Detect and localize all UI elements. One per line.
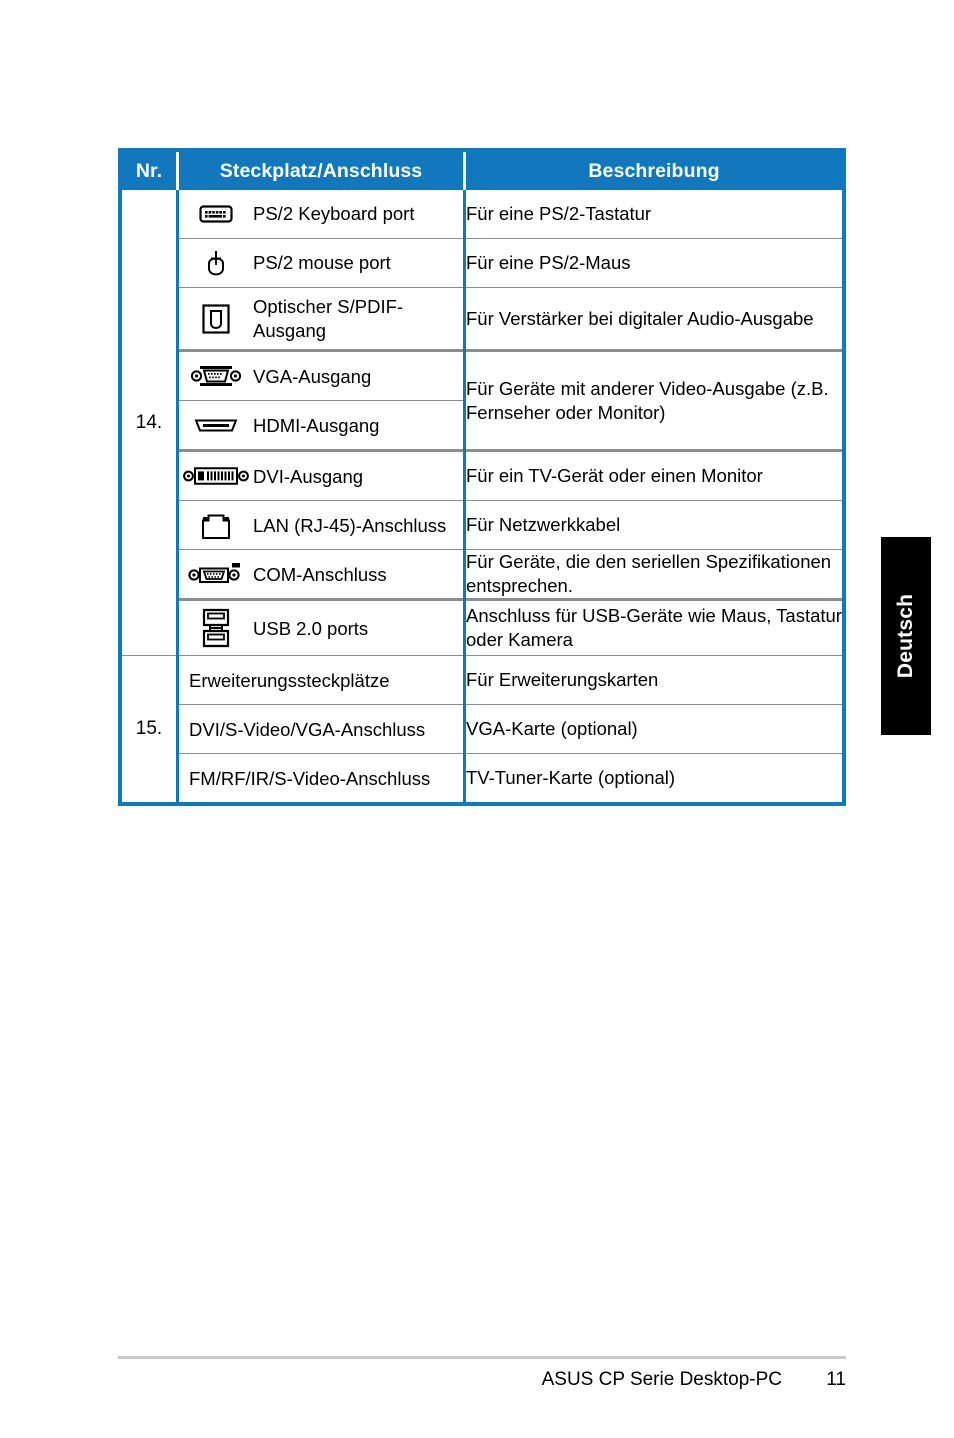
footer-divider — [118, 1356, 846, 1359]
slot-label: USB 2.0 ports — [253, 617, 369, 639]
hdmi-port-icon — [179, 417, 253, 434]
description-cell: TV-Tuner-Karte (optional) — [464, 753, 844, 805]
header-row: Nr. Steckplatz/Anschluss Beschreibung — [120, 150, 844, 190]
slot-cell-dvi-svideo-vga: DVI/S-Video/VGA-Anschluss — [177, 704, 466, 754]
optical-spdif-out-icon — [179, 304, 253, 334]
slot-cell-usb: USB 2.0 ports — [177, 598, 466, 656]
language-side-tab-label: Deutsch — [894, 593, 917, 679]
slot-label: Optischer S/PDIF-Ausgang — [253, 296, 404, 341]
row-number-14: 14. — [120, 190, 179, 656]
description-cell: Für Erweiterungskarten — [464, 655, 844, 705]
slot-label: DVI-Ausgang — [253, 465, 364, 487]
ports-spec-table: Nr. Steckplatz/Anschluss Beschreibung 14… — [118, 148, 846, 807]
slot-label: VGA-Ausgang — [253, 365, 372, 387]
description-cell: Für eine PS/2-Tastatur — [466, 202, 652, 224]
table-row: 14. PS/2 Keyboard port Für eine PS/2-Tas… — [120, 190, 844, 656]
description-cell: Für Verstärker bei digitaler Audio-Ausga… — [464, 286, 844, 351]
lan-rj45-port-icon — [179, 510, 253, 540]
slot-cell-ps2-keyboard: PS/2 Keyboard port — [177, 190, 466, 239]
row-number-15: 15. — [120, 655, 179, 805]
description-cell: Für ein TV-Gerät oder einen Monitor — [464, 449, 844, 501]
table-row: 15. Erweiterungssteckplätze Für Erweiter… — [120, 655, 844, 805]
slot-label: COM-Anschluss — [253, 563, 387, 585]
table-header: Nr. Steckplatz/Anschluss Beschreibung — [120, 150, 844, 190]
slot-label: DVI/S-Video/VGA-Anschluss — [189, 718, 426, 740]
table-row: LAN (RJ-45)-Anschluss Für Netzwerkkabel — [120, 500, 844, 550]
slot-label: LAN (RJ-45)-Anschluss — [253, 514, 447, 536]
table-row: DVI-Ausgang Für ein TV-Gerät oder einen … — [120, 449, 844, 501]
slot-cell-vga: VGA-Ausgang — [177, 349, 466, 401]
description-cell: Für Netzwerkkabel — [464, 500, 844, 550]
page-footer: ASUS CP Serie Desktop-PC 11 — [118, 1365, 846, 1395]
description-cell: Anschluss für USB-Geräte wie Maus, Tasta… — [464, 598, 844, 656]
vga-port-icon — [179, 364, 253, 388]
slot-cell-expansion-slots: Erweiterungssteckplätze — [177, 655, 466, 705]
table-body: 14. PS/2 Keyboard port Für eine PS/2-Tas… — [120, 190, 844, 805]
dvi-port-icon — [179, 465, 253, 487]
slot-label: PS/2 Keyboard port — [253, 203, 415, 225]
language-side-tab: Deutsch — [881, 537, 931, 735]
description-cell: Für Geräte, die den seriellen Spezifikat… — [464, 549, 844, 600]
slot-label: PS/2 mouse port — [253, 252, 391, 274]
slot-label: FM/RF/IR/S-Video-Anschluss — [189, 767, 431, 789]
footer-document-title: ASUS CP Serie Desktop-PC — [541, 1369, 782, 1390]
description-cell: Für eine PS/2-Maus — [464, 238, 844, 288]
ps2-mouse-port-icon — [179, 250, 253, 276]
slot-cell-optical-spdif: Optischer S/PDIF-Ausgang — [177, 286, 466, 351]
com-serial-port-icon — [179, 561, 253, 587]
table-row: USB 2.0 ports Anschluss für USB-Geräte w… — [120, 598, 844, 656]
slot-cell-dvi: DVI-Ausgang — [177, 449, 466, 501]
slot-label: Erweiterungssteckplätze — [189, 669, 390, 691]
slot-label: HDMI-Ausgang — [253, 414, 380, 436]
description-cell: Für Geräte mit anderer Video-Ausgabe (z.… — [464, 349, 844, 451]
table-row: COM-Anschluss Für Geräte, die den seriel… — [120, 549, 844, 600]
description-cell: VGA-Karte (optional) — [464, 704, 844, 754]
column-header-slot: Steckplatz/Anschluss — [177, 150, 466, 190]
column-header-description: Beschreibung — [464, 150, 844, 190]
table-row: DVI/S-Video/VGA-Anschluss VGA-Karte (opt… — [120, 704, 844, 754]
slot-cell-fm-rf-ir-svideo: FM/RF/IR/S-Video-Anschluss — [177, 753, 466, 805]
footer-page-number: 11 — [826, 1369, 846, 1390]
table-row: Optischer S/PDIF-Ausgang Für Verstärker … — [120, 286, 844, 351]
slot-cell-lan: LAN (RJ-45)-Anschluss — [177, 500, 466, 550]
table-row: VGA-Ausgang Für Geräte mit anderer Video… — [120, 349, 844, 451]
table-row: PS/2 mouse port Für eine PS/2-Maus — [120, 238, 844, 288]
slot-cell-com: COM-Anschluss — [177, 549, 466, 600]
slot-cell-hdmi: HDMI-Ausgang — [177, 400, 466, 451]
ps2-keyboard-port-icon — [179, 205, 253, 223]
ports-spec-table-container: Nr. Steckplatz/Anschluss Beschreibung 14… — [118, 148, 846, 807]
column-header-nr: Nr. — [120, 150, 179, 190]
table-row: FM/RF/IR/S-Video-Anschluss TV-Tuner-Kart… — [120, 753, 844, 805]
usb-port-icon — [179, 608, 253, 648]
slot-cell-ps2-mouse: PS/2 mouse port — [177, 238, 466, 288]
